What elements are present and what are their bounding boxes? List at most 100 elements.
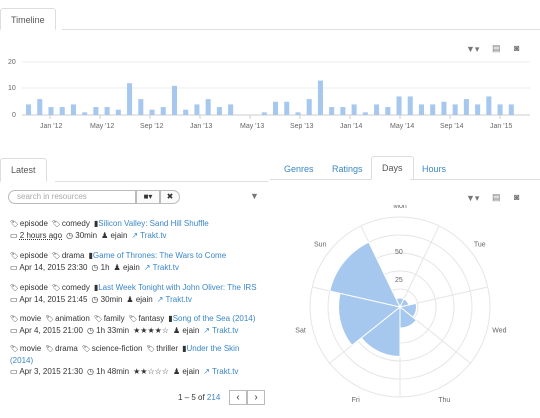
- camera-icon[interactable]: ◙: [514, 192, 519, 202]
- timeline-bar[interactable]: [93, 107, 99, 115]
- timeline-bar[interactable]: [205, 99, 211, 115]
- tab-ratings[interactable]: Ratings: [322, 158, 373, 180]
- timeline-bar[interactable]: [475, 104, 481, 115]
- clear-search-button[interactable]: ✖: [160, 190, 180, 204]
- tag[interactable]: animation: [45, 314, 90, 323]
- item-title[interactable]: Game of Thrones: The Wars to Come: [93, 251, 226, 260]
- item-link[interactable]: Trakt.tv: [212, 326, 238, 335]
- item-title[interactable]: Last Week Tonight with John Oliver: The …: [98, 283, 256, 292]
- timeline-bar[interactable]: [329, 107, 335, 115]
- tab-days[interactable]: Days: [371, 156, 414, 180]
- item-user: ejain: [122, 263, 140, 272]
- timeline-bar[interactable]: [486, 96, 492, 115]
- polar-category-label: Wed: [492, 328, 506, 335]
- bookmark-filter-button[interactable]: ■▾: [136, 190, 160, 204]
- timeline-bar[interactable]: [452, 104, 458, 115]
- timeline-bar[interactable]: [48, 107, 54, 115]
- item-user: ejain: [182, 326, 200, 335]
- timeline-bar[interactable]: [138, 99, 144, 115]
- timeline-bar[interactable]: [407, 96, 413, 115]
- timeline-bar[interactable]: [374, 104, 380, 115]
- timeline-bar[interactable]: [127, 83, 133, 115]
- tag[interactable]: comedy: [52, 219, 90, 228]
- polar-category-label: Tue: [474, 241, 486, 248]
- next-page-button[interactable]: ›: [247, 390, 265, 405]
- item-link[interactable]: Trakt.tv: [140, 231, 166, 240]
- chevron-right-icon: ›: [254, 392, 258, 403]
- timeline-bar[interactable]: [463, 99, 469, 115]
- timeline-bar[interactable]: [508, 104, 514, 115]
- item-date: Apr 14, 2015 23:30: [19, 263, 88, 272]
- tab-hours[interactable]: Hours: [412, 158, 456, 180]
- tag[interactable]: episode: [10, 251, 48, 260]
- item-link[interactable]: Trakt.tv: [212, 367, 238, 376]
- search-input[interactable]: search in resources: [8, 190, 136, 204]
- filter-icon[interactable]: ▼▾: [466, 193, 479, 204]
- timeline-bar[interactable]: [340, 107, 346, 115]
- radial-tick-label: 50: [395, 249, 403, 256]
- timeline-bar[interactable]: [37, 99, 43, 115]
- timeline-bar[interactable]: [284, 101, 290, 115]
- y-tick-label: 0: [12, 112, 16, 119]
- timeline-bar[interactable]: [441, 101, 447, 115]
- calendar-icon: ▭: [10, 367, 18, 376]
- timeline-bar[interactable]: [228, 104, 234, 115]
- timeline-bar[interactable]: [194, 104, 200, 115]
- timeline-bar[interactable]: [261, 112, 267, 115]
- external-link-icon: ↗: [203, 326, 210, 335]
- timeline-bar[interactable]: [306, 99, 312, 115]
- timeline-bar[interactable]: [351, 104, 357, 115]
- timeline-bar[interactable]: [362, 112, 368, 115]
- y-tick-label: 10: [8, 85, 16, 92]
- document-icon[interactable]: ▤: [492, 192, 501, 203]
- item-link[interactable]: Trakt.tv: [166, 295, 192, 304]
- x-tick-label: May '14: [390, 123, 414, 130]
- list-item: episodedrama▮Game of Thrones: The Wars t…: [10, 250, 260, 273]
- timeline-bar[interactable]: [183, 109, 189, 115]
- x-tick-label: Sep '13: [290, 123, 314, 130]
- tag[interactable]: family: [94, 314, 125, 323]
- timeline-bar[interactable]: [497, 104, 503, 115]
- tag[interactable]: episode: [10, 219, 48, 228]
- tag[interactable]: drama: [45, 344, 78, 353]
- timeline-bar[interactable]: [216, 107, 222, 115]
- tag[interactable]: movie: [10, 344, 41, 353]
- timeline-bar[interactable]: [317, 80, 323, 115]
- item-link[interactable]: Trakt.tv: [153, 263, 179, 272]
- clock-icon: ◷: [91, 295, 99, 304]
- timeline-bar[interactable]: [149, 109, 155, 115]
- timeline-bar[interactable]: [418, 104, 425, 115]
- timeline-bar[interactable]: [295, 112, 301, 115]
- tab-genres[interactable]: Genres: [274, 158, 324, 180]
- tag[interactable]: fantasy: [129, 314, 165, 323]
- tab-timeline[interactable]: Timeline: [0, 8, 56, 30]
- latest-tab-divider: [55, 181, 268, 182]
- timeline-bar[interactable]: [59, 107, 65, 115]
- timeline-bar[interactable]: [430, 104, 436, 115]
- item-duration: 1h 33min: [96, 326, 130, 335]
- timeline-bar[interactable]: [26, 104, 32, 115]
- tag[interactable]: science-fiction: [82, 344, 143, 353]
- timeline-bar[interactable]: [160, 107, 166, 115]
- filter-icon[interactable]: ▼: [250, 191, 259, 201]
- timeline-bar[interactable]: [115, 109, 121, 115]
- x-tick-label: Sep '14: [440, 123, 464, 130]
- tag[interactable]: episode: [10, 283, 48, 292]
- timeline-bar[interactable]: [82, 112, 88, 115]
- tag[interactable]: thriller: [146, 344, 178, 353]
- timeline-bar[interactable]: [104, 107, 110, 115]
- tag[interactable]: movie: [10, 314, 41, 323]
- timeline-bar[interactable]: [171, 85, 178, 115]
- tag[interactable]: drama: [52, 251, 85, 260]
- polar-category-label: Thu: [438, 397, 450, 404]
- tab-latest[interactable]: Latest: [0, 158, 47, 182]
- item-title[interactable]: Silicon Valley: Sand Hill Shuffle: [98, 219, 208, 228]
- prev-page-button[interactable]: ‹: [229, 390, 247, 405]
- item-title[interactable]: Song of the Sea (2014): [173, 314, 256, 323]
- timeline-bar[interactable]: [70, 104, 76, 115]
- tag[interactable]: comedy: [52, 283, 90, 292]
- timeline-bar[interactable]: [385, 107, 391, 115]
- timeline-bar[interactable]: [396, 96, 402, 115]
- timeline-bar[interactable]: [273, 101, 279, 115]
- user-icon: ♟: [101, 231, 109, 240]
